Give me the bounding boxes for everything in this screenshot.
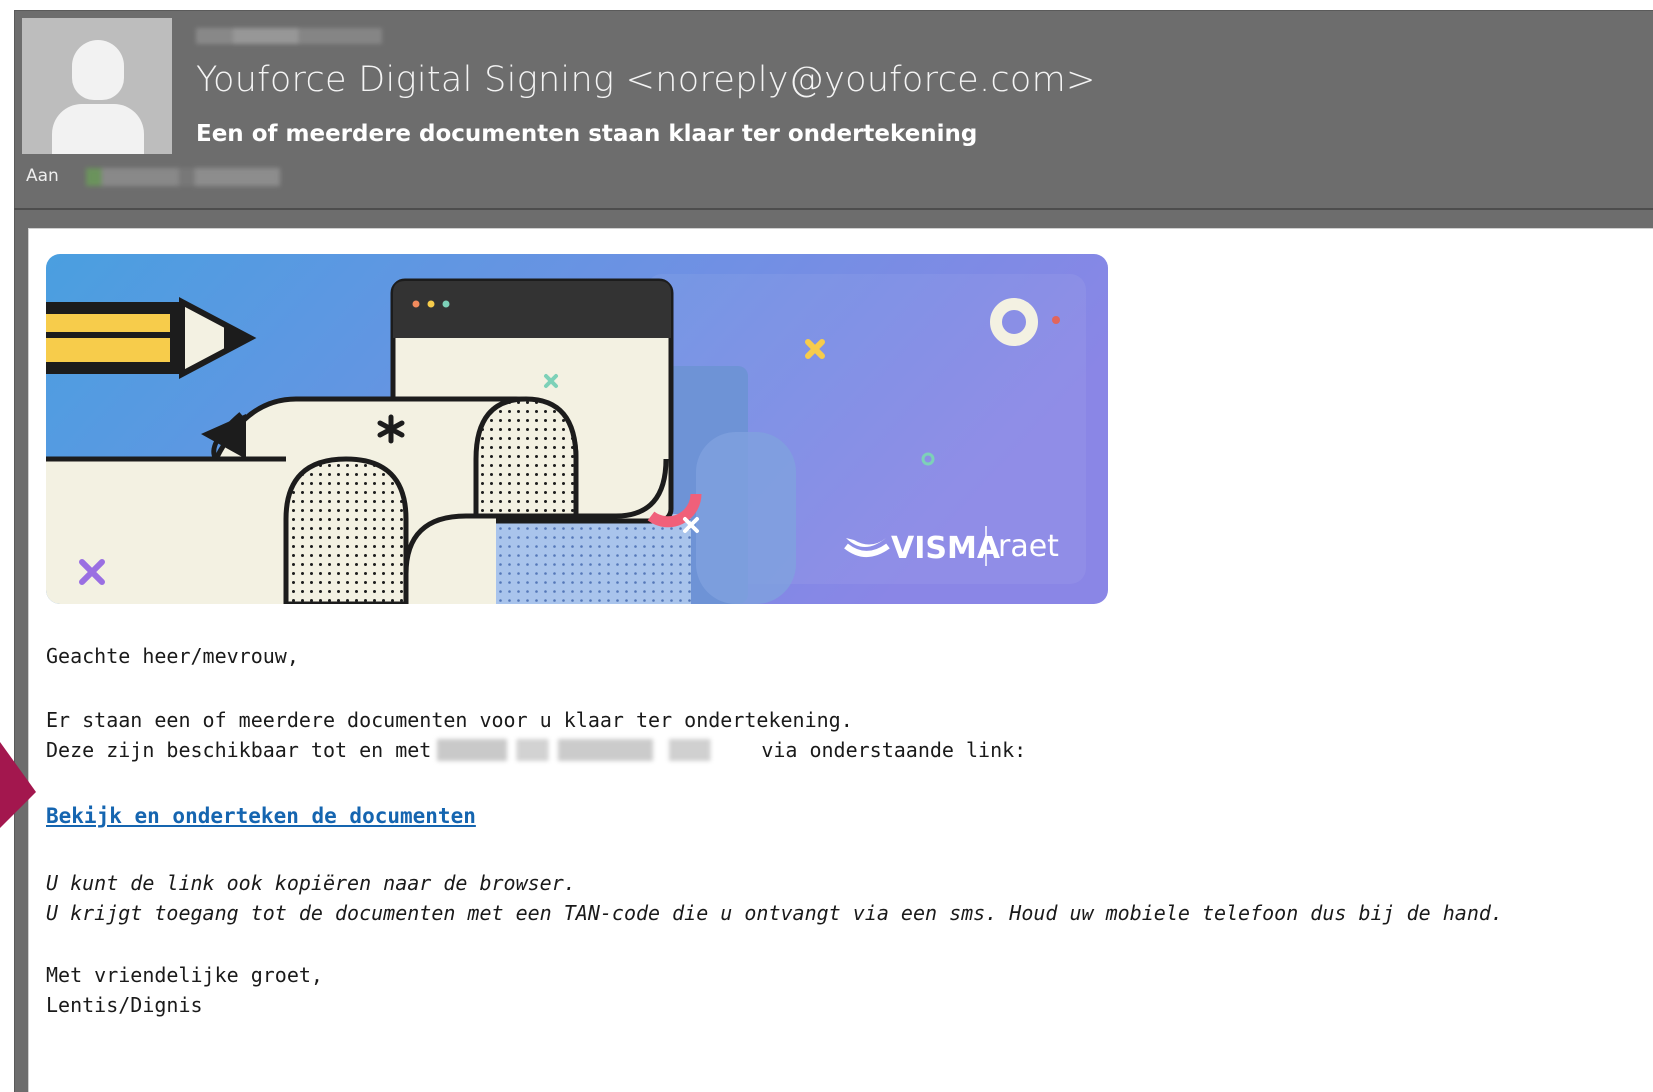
- sign-documents-link[interactable]: Bekijk en onderteken de documenten: [46, 804, 476, 828]
- banner-illustration: VISMA raet: [46, 254, 1108, 604]
- body-line-1: Er staan een of meerdere documenten voor…: [46, 708, 853, 732]
- recipient-label: Aan: [26, 166, 59, 186]
- closing-line: Met vriendelijke groet,: [46, 963, 323, 987]
- header-divider: [14, 208, 1653, 210]
- sender-name: Youforce Digital Signing <noreply@youfor…: [196, 60, 1096, 100]
- note-line-2: U krijgt toegang tot de documenten met e…: [46, 901, 1503, 925]
- brand-logo-text: VISMA: [891, 531, 1001, 566]
- user-avatar-body: [52, 104, 144, 154]
- email-subject: Een of meerdere documenten staan klaar t…: [196, 121, 978, 147]
- sender-avatar: [22, 18, 172, 154]
- redacted-recipient[interactable]: [86, 168, 280, 186]
- redacted-sender-info: [196, 28, 382, 44]
- brand-sub-text: raet: [998, 529, 1059, 564]
- signature-line: Lentis/Dignis: [46, 993, 203, 1017]
- user-avatar-icon: [72, 40, 124, 100]
- greeting: Geachte heer/mevrouw,: [46, 644, 299, 668]
- body-line-2-prefix: Deze zijn beschikbaar tot en met: [46, 738, 432, 762]
- body-line-2-suffix: via onderstaande link:: [761, 738, 1027, 762]
- pointer-arrow-icon: [0, 742, 36, 828]
- email-banner: VISMA raet: [46, 254, 1108, 604]
- body-line-2: Deze zijn beschikbaar tot en met via onde…: [46, 738, 1026, 762]
- redacted-date: [437, 739, 756, 761]
- note-line-1: U kunt de link ook kopiëren naar de brow…: [46, 871, 576, 895]
